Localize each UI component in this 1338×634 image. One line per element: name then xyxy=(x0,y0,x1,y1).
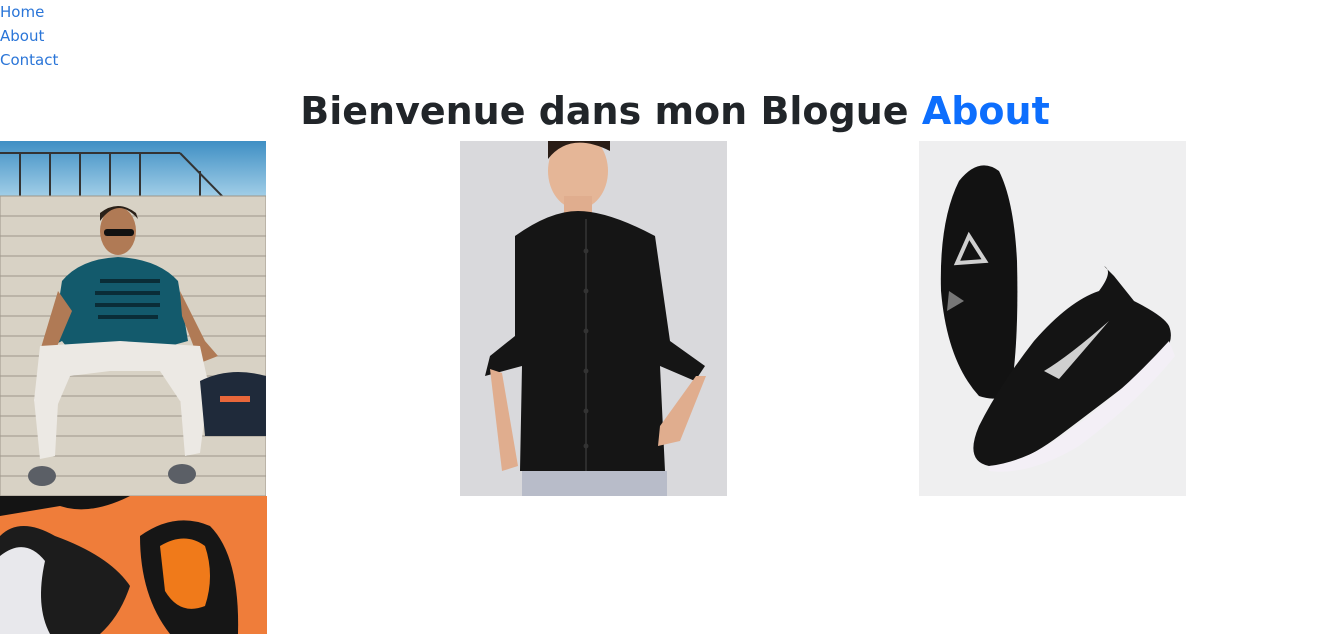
product-image-black-shirt xyxy=(460,141,727,496)
page-title: Bienvenue dans mon Blogue About xyxy=(0,86,1338,136)
top-nav: Home About Contact xyxy=(0,0,58,72)
page-title-main: Bienvenue dans mon Blogue xyxy=(300,89,909,133)
nav-link-contact[interactable]: Contact xyxy=(0,48,58,72)
product-image-man-on-stairs xyxy=(0,141,266,496)
page-title-accent: About xyxy=(921,89,1050,133)
product-image-sneakers-orange xyxy=(0,496,267,634)
nav-link-about[interactable]: About xyxy=(0,24,58,48)
product-image-black-sneakers xyxy=(919,141,1186,496)
nav-link-home[interactable]: Home xyxy=(0,0,58,24)
